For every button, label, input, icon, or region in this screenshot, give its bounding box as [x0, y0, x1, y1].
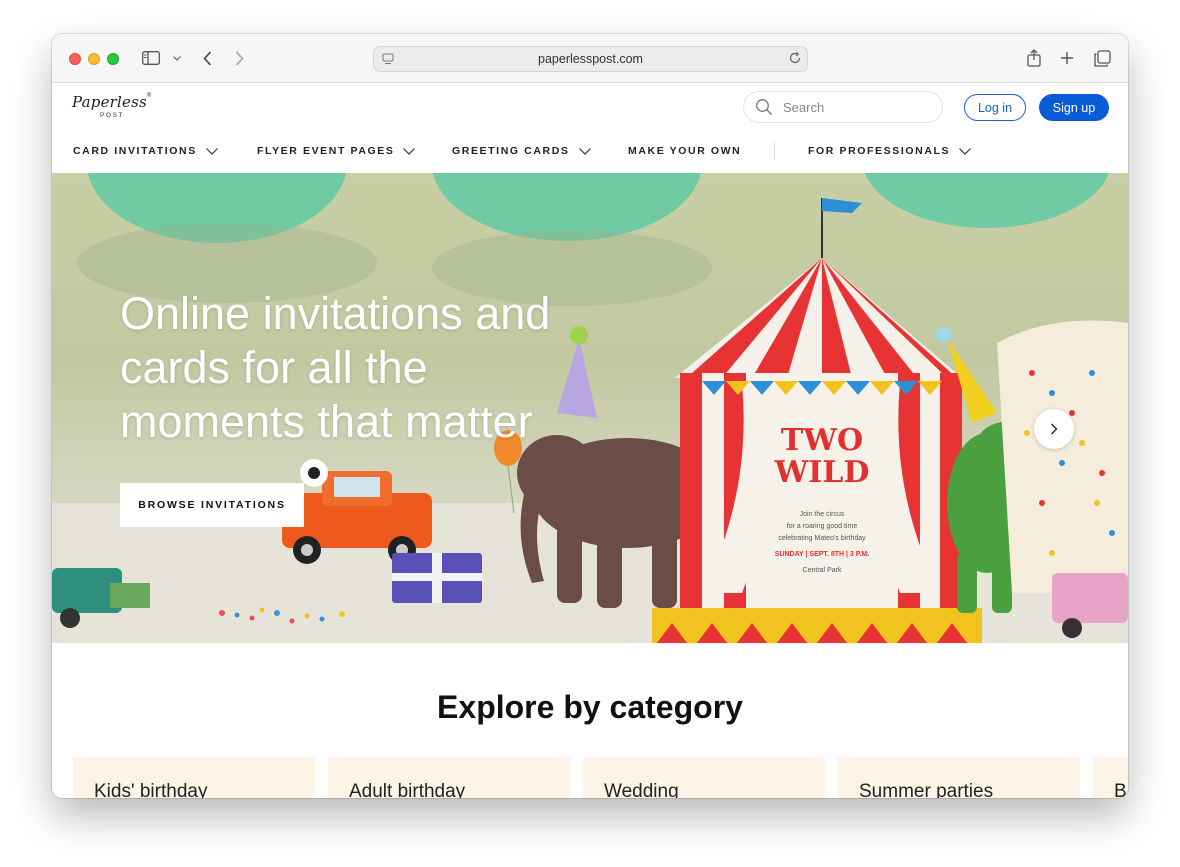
invite-line: Join the circus: [799, 511, 845, 518]
nav-label: MAKE YOUR OWN: [628, 145, 742, 157]
nav-divider: [774, 142, 775, 160]
invite-line: for a roaring good time: [786, 523, 858, 530]
nav-make-your-own[interactable]: MAKE YOUR OWN: [628, 139, 741, 163]
page-menu-icon[interactable]: [382, 53, 394, 68]
category-label: Kids' birthday: [94, 781, 208, 798]
tab-overview-icon[interactable]: [1093, 49, 1111, 67]
logo-wordmark: Paperless: [72, 93, 147, 111]
browser-window: paperlesspost.com Paperless® POST Log in…: [52, 34, 1128, 798]
explore-section-title: Explore by category: [437, 689, 743, 725]
category-card-partial[interactable]: B: [1093, 757, 1128, 798]
address-url: paperlesspost.com: [538, 52, 643, 66]
minimize-window-button[interactable]: [88, 53, 100, 65]
nav-label: GREETING CARDS: [452, 145, 570, 157]
invite-location: Central Park: [802, 567, 842, 574]
nav-label: CARD INVITATIONS: [73, 145, 197, 157]
category-card-summer-parties[interactable]: Summer parties: [838, 757, 1080, 798]
nav-label: FLYER EVENT PAGES: [257, 145, 395, 157]
back-arrow-icon[interactable]: [200, 49, 214, 67]
nav-for-professionals[interactable]: FOR PROFESSIONALS: [808, 139, 972, 163]
invite-details: Join the circus for a roaring good time …: [757, 509, 887, 577]
search-input[interactable]: [783, 99, 923, 115]
chevron-down-icon: [578, 147, 591, 155]
nav-label: FOR PROFESSIONALS: [808, 145, 951, 157]
address-bar[interactable]: paperlesspost.com: [373, 46, 808, 72]
invite-headline-1: TWO: [780, 423, 864, 458]
chevron-down-icon[interactable]: [172, 54, 182, 62]
nav-flyer-event-pages[interactable]: FLYER EVENT PAGES: [257, 139, 416, 163]
hero-banner: TWO WILD Join the circus for a roaring g…: [52, 173, 1128, 643]
carousel-next-button[interactable]: [1034, 409, 1074, 449]
chevron-right-icon: [1051, 423, 1058, 435]
chevron-down-icon: [403, 147, 416, 155]
reload-icon[interactable]: [788, 51, 802, 68]
invite-line: celebrating Mateo's birthday: [778, 535, 866, 542]
site-header: Paperless® POST Log in Sign up CARD INVI…: [52, 83, 1128, 173]
browse-invitations-button[interactable]: BROWSE INVITATIONS: [120, 483, 304, 527]
category-label: Adult birthday: [349, 781, 466, 798]
sign-up-button[interactable]: Sign up: [1039, 94, 1109, 121]
logo-subtext: POST: [100, 112, 125, 119]
category-card-kids-birthday[interactable]: Kids' birthday: [73, 757, 315, 798]
nav-greeting-cards[interactable]: GREETING CARDS: [452, 139, 591, 163]
browser-toolbar: paperlesspost.com: [52, 34, 1128, 83]
category-card-adult-birthday[interactable]: Adult birthday: [328, 757, 570, 798]
category-label: Wedding: [604, 781, 679, 798]
category-card-wedding[interactable]: Wedding: [583, 757, 825, 798]
close-window-button[interactable]: [69, 53, 81, 65]
paperless-post-logo[interactable]: Paperless® POST: [72, 93, 151, 119]
search-box[interactable]: [743, 91, 943, 123]
search-icon: [756, 99, 772, 115]
invite-date: SUNDAY | SEPT. 8TH | 3 P.M.: [774, 551, 870, 558]
forward-arrow-icon[interactable]: [232, 49, 246, 67]
main-nav: CARD INVITATIONS FLYER EVENT PAGES GREET…: [52, 139, 1128, 163]
nav-card-invitations[interactable]: CARD INVITATIONS: [73, 139, 218, 163]
log-in-button[interactable]: Log in: [964, 94, 1026, 121]
zoom-window-button[interactable]: [107, 53, 119, 65]
chevron-down-icon: [205, 147, 218, 155]
chevron-down-icon: [959, 147, 972, 155]
invite-headline: TWO WILD: [757, 425, 887, 489]
hero-title: Online invitations and cards for all the…: [120, 288, 551, 447]
new-tab-icon[interactable]: [1059, 50, 1075, 66]
category-label: Summer parties: [859, 781, 994, 798]
category-label: B: [1114, 781, 1127, 798]
share-icon[interactable]: [1026, 48, 1042, 68]
sidebar-icon[interactable]: [142, 50, 160, 66]
invite-headline-2: WILD: [774, 455, 870, 490]
